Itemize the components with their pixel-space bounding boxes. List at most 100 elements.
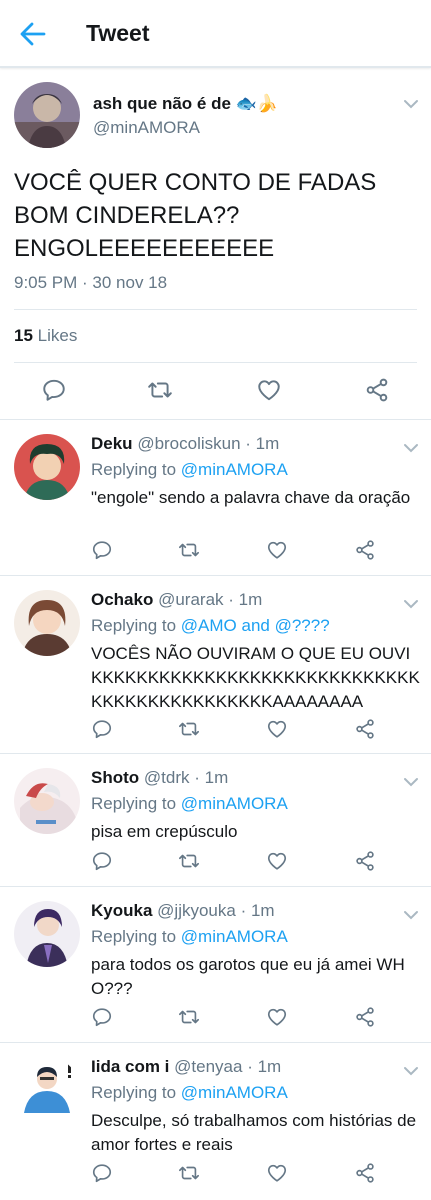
replying-to-label: Replying to xyxy=(91,927,177,946)
like-icon[interactable] xyxy=(266,1162,288,1184)
reply-header: Shoto @tdrk · 1m xyxy=(91,768,228,788)
reply-header: Deku @brocoliskun · 1m xyxy=(91,434,279,454)
reply-author-handle[interactable]: @brocoliskun xyxy=(137,434,240,453)
share-icon[interactable] xyxy=(354,539,376,561)
retweet-icon[interactable] xyxy=(178,1006,200,1028)
reply-actions xyxy=(0,539,431,565)
likes-number: 15 xyxy=(14,326,33,345)
chevron-down-icon[interactable] xyxy=(403,1063,419,1076)
chevron-down-icon[interactable] xyxy=(403,774,419,787)
top-bar: Tweet xyxy=(0,0,431,68)
reply-author-name[interactable]: Kyouka xyxy=(91,901,152,920)
author-name[interactable]: ash que não é de 🐟🍌 xyxy=(93,94,278,114)
author-handle[interactable]: @minAMORA xyxy=(93,118,200,138)
main-tweet: ash que não é de 🐟🍌 @minAMORA VOCÊ QUER … xyxy=(0,70,431,418)
reply-icon[interactable] xyxy=(91,539,113,561)
reply-author-handle[interactable]: @jjkyouka xyxy=(157,901,236,920)
reply-tweet[interactable]: Shoto @tdrk · 1m Replying to @minAMORA p… xyxy=(0,753,431,886)
replying-to: Replying to @minAMORA xyxy=(91,927,288,947)
like-icon[interactable] xyxy=(266,850,288,872)
back-arrow-icon[interactable] xyxy=(18,20,48,48)
replying-to-label: Replying to xyxy=(91,460,177,479)
replying-to: Replying to @minAMORA xyxy=(91,794,288,814)
tweet-actions xyxy=(0,370,431,410)
reply-header: Ochako @urarak · 1m xyxy=(91,590,262,610)
chevron-down-icon[interactable] xyxy=(403,440,419,453)
reply-avatar[interactable] xyxy=(14,901,80,967)
share-icon[interactable] xyxy=(354,1006,376,1028)
like-icon[interactable] xyxy=(266,718,288,740)
replying-to-link[interactable]: @minAMORA xyxy=(181,460,288,479)
chevron-down-icon[interactable] xyxy=(403,596,419,609)
reply-tweet[interactable]: Iida com i @tenyaa · 1m Replying to @min… xyxy=(0,1042,431,1200)
replying-to-label: Replying to xyxy=(91,616,177,635)
reply-actions xyxy=(0,1006,431,1032)
replying-to: Replying to @minAMORA xyxy=(91,460,288,480)
retweet-icon[interactable] xyxy=(178,1162,200,1184)
author-avatar[interactable] xyxy=(14,82,80,148)
replying-to-label: Replying to xyxy=(91,794,177,813)
chevron-down-icon[interactable] xyxy=(403,96,419,109)
reply-text: para todos os garotos que eu já amei WHO… xyxy=(91,955,405,998)
reply-age: · 1m xyxy=(245,434,280,453)
reply-header: Iida com i @tenyaa · 1m xyxy=(91,1057,281,1077)
reply-tweet[interactable]: Ochako @urarak · 1m Replying to @AMO and… xyxy=(0,575,431,753)
like-icon[interactable] xyxy=(256,377,282,403)
share-icon[interactable] xyxy=(354,850,376,872)
reply-age: · 1m xyxy=(247,1057,282,1076)
reply-avatar[interactable] xyxy=(14,590,80,656)
reply-avatar[interactable] xyxy=(14,434,80,500)
retweet-icon[interactable] xyxy=(178,539,200,561)
replying-to-link[interactable]: @minAMORA xyxy=(181,794,288,813)
reply-icon[interactable] xyxy=(91,1006,113,1028)
reply-icon[interactable] xyxy=(41,377,67,403)
reply-actions xyxy=(0,718,431,744)
reply-header: Kyouka @jjkyouka · 1m xyxy=(91,901,275,921)
reply-avatar[interactable] xyxy=(14,768,80,834)
reply-author-name[interactable]: Iida com i xyxy=(91,1057,169,1076)
retweet-icon[interactable] xyxy=(178,850,200,872)
retweet-icon[interactable] xyxy=(178,718,200,740)
replying-to: Replying to @AMO and @???? xyxy=(91,616,330,636)
reply-age: · 1m xyxy=(194,768,229,787)
reply-text: pisa em crepúsculo xyxy=(91,822,238,841)
likes-count[interactable]: 15 Likes xyxy=(14,326,77,346)
replying-to-label: Replying to xyxy=(91,1083,177,1102)
reply-tweet[interactable]: Deku @brocoliskun · 1m Replying to @minA… xyxy=(0,419,431,575)
reply-author-name[interactable]: Deku xyxy=(91,434,133,453)
tweet-text: VOCÊ QUER CONTO DE FADAS BOM CINDERELA??… xyxy=(14,169,377,262)
reply-icon[interactable] xyxy=(91,850,113,872)
reply-tweet[interactable]: Kyouka @jjkyouka · 1m Replying to @minAM… xyxy=(0,886,431,1042)
reply-author-name[interactable]: Ochako xyxy=(91,590,153,609)
reply-author-handle[interactable]: @tdrk xyxy=(144,768,190,787)
replying-to-link[interactable]: @AMO and @???? xyxy=(181,616,330,635)
reply-icon[interactable] xyxy=(91,718,113,740)
reply-actions xyxy=(0,1162,431,1188)
reply-text: "engole" sendo a palavra chave da oração xyxy=(91,488,411,507)
likes-label: Likes xyxy=(37,326,78,345)
reply-text: VOCÊS NÃO OUVIRAM O QUE EU OUVI KKKKKKKK… xyxy=(91,644,420,711)
reply-avatar[interactable] xyxy=(14,1057,80,1123)
share-icon[interactable] xyxy=(354,718,376,740)
tweet-timestamp: 9:05 PM · 30 nov 18 xyxy=(14,273,168,292)
like-icon[interactable] xyxy=(266,1006,288,1028)
replying-to-link[interactable]: @minAMORA xyxy=(181,927,288,946)
reply-text: Desculpe, só trabalhamos com histórias d… xyxy=(91,1111,417,1154)
retweet-icon[interactable] xyxy=(147,377,173,403)
reply-author-handle[interactable]: @tenyaa xyxy=(174,1057,242,1076)
replying-to: Replying to @minAMORA xyxy=(91,1083,288,1103)
reply-actions xyxy=(0,850,431,876)
chevron-down-icon[interactable] xyxy=(403,907,419,920)
share-icon[interactable] xyxy=(364,377,390,403)
divider xyxy=(14,362,417,363)
reply-icon[interactable] xyxy=(91,1162,113,1184)
reply-age: · 1m xyxy=(240,901,275,920)
share-icon[interactable] xyxy=(354,1162,376,1184)
like-icon[interactable] xyxy=(266,539,288,561)
reply-author-handle[interactable]: @urarak xyxy=(158,590,223,609)
page-title: Tweet xyxy=(86,20,150,46)
divider xyxy=(14,309,417,310)
reply-age: · 1m xyxy=(228,590,263,609)
replying-to-link[interactable]: @minAMORA xyxy=(181,1083,288,1102)
reply-author-name[interactable]: Shoto xyxy=(91,768,139,787)
